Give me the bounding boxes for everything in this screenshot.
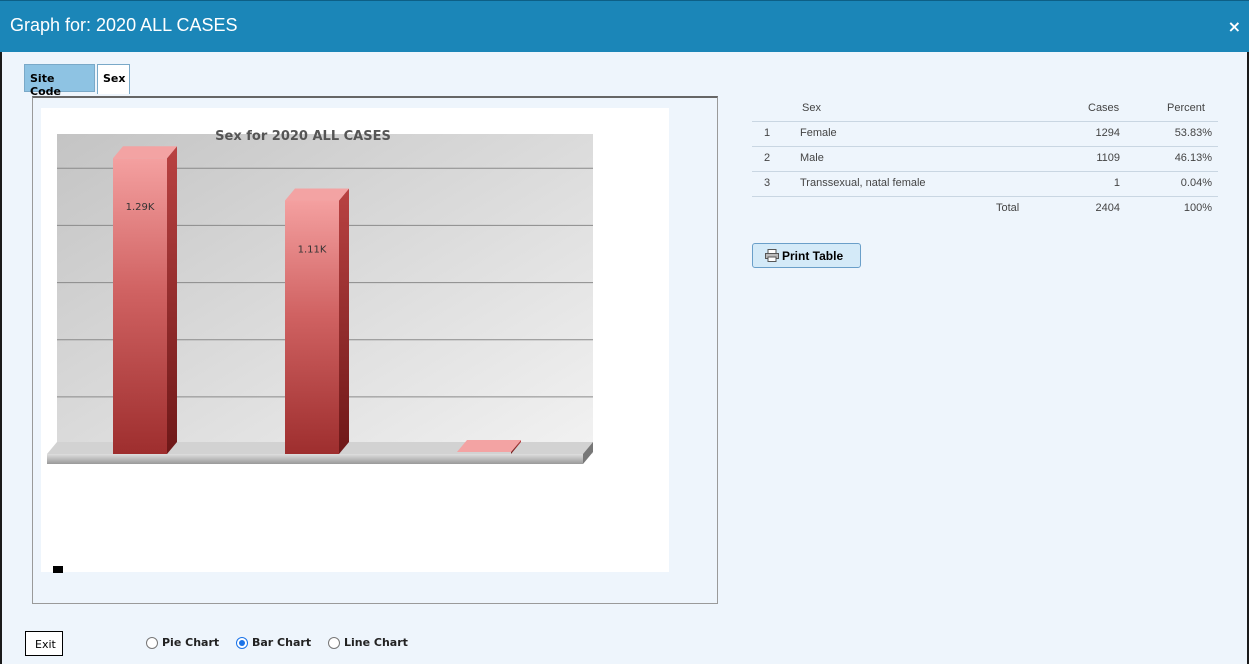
print-table-button[interactable]: Print Table <box>752 243 861 268</box>
bar <box>285 200 339 454</box>
row-number: 2 <box>764 152 771 164</box>
legend-swatch <box>53 566 63 573</box>
window-title: Graph for: 2020 ALL CASES <box>10 15 238 35</box>
bar-side <box>339 188 349 454</box>
bar-value-label: 1.11K <box>298 245 327 256</box>
printer-icon <box>765 249 779 262</box>
total-cases: 2404 <box>1095 202 1120 214</box>
radio-circle[interactable] <box>328 637 340 649</box>
bar-chart: Sex for 2020 ALL CASES 1.29K 1.11K <box>47 129 593 464</box>
bar-value-label: 1.29K <box>126 202 155 213</box>
header-cases: Cases <box>1088 102 1120 114</box>
row-sex: Transsexual, natal female <box>800 177 926 189</box>
table-total-row: Total 2404 100% <box>752 197 1218 221</box>
row-percent: 53.83% <box>1174 127 1212 139</box>
print-table-label: Print Table <box>782 249 844 263</box>
header-sex: Sex <box>802 102 821 114</box>
row-percent: 0.04% <box>1180 177 1212 189</box>
chart-floor-front <box>47 454 583 464</box>
chart-panel: Sex for 2020 ALL CASES 1.29K 1.11K <box>32 96 718 604</box>
row-cases: 1109 <box>1096 152 1120 164</box>
table-header: Sex Cases Percent <box>752 97 1218 122</box>
exit-button[interactable]: Exit <box>25 631 63 656</box>
table-row: 1 Female 1294 53.83% <box>752 122 1218 147</box>
tab-site-code[interactable]: Site Code <box>24 64 95 98</box>
bar-side <box>167 146 177 454</box>
row-number: 3 <box>764 177 771 189</box>
close-icon[interactable]: × <box>1228 17 1241 36</box>
row-sex: Male <box>800 152 824 164</box>
chart-area: Sex for 2020 ALL CASES 1.29K 1.11K <box>41 108 669 573</box>
bar-top <box>285 188 349 201</box>
tab-sex[interactable]: Sex <box>97 64 130 94</box>
row-sex: Female <box>800 127 837 139</box>
header-percent: Percent <box>1167 102 1205 114</box>
bar-top <box>113 146 177 159</box>
dialog-content: Site Code Sex Sex for 2020 ALL CASES 1.2… <box>2 52 1247 664</box>
bar-top <box>457 440 521 452</box>
radio-circle[interactable] <box>236 637 248 649</box>
total-label: Total <box>996 202 1020 214</box>
title-bar: Graph for: 2020 ALL CASES × <box>0 0 1249 52</box>
radio-label: Line Chart <box>344 636 408 649</box>
row-cases: 1 <box>1113 177 1120 189</box>
chart-title: Sex for 2020 ALL CASES <box>215 129 391 144</box>
table-row: 3 Transsexual, natal female 1 0.04% <box>752 172 1218 197</box>
table-row: 2 Male 1109 46.13% <box>752 147 1218 172</box>
radio-circle[interactable] <box>146 637 158 649</box>
row-number: 1 <box>764 127 771 139</box>
radio-label: Bar Chart <box>252 636 312 649</box>
radio-label: Pie Chart <box>162 636 220 649</box>
row-cases: 1294 <box>1095 127 1120 139</box>
total-percent: 100% <box>1183 202 1212 214</box>
row-percent: 46.13% <box>1174 152 1212 164</box>
